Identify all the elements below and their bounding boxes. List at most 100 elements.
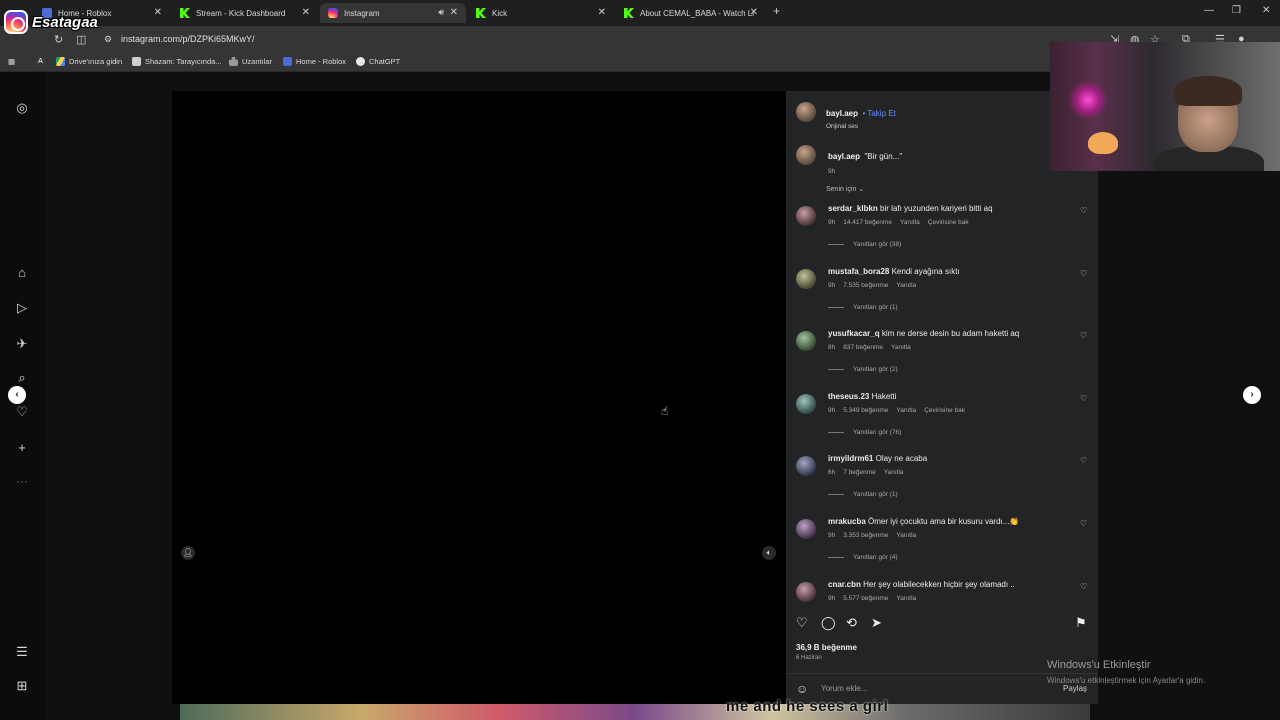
tab-kick-dashboard[interactable]: Stream - Kick Dashboard ✕ xyxy=(172,3,318,23)
close-icon[interactable]: ✕ xyxy=(154,7,162,18)
author-name[interactable]: bayl.aep xyxy=(826,109,858,118)
avatar[interactable] xyxy=(796,268,816,289)
notifications-heart-icon[interactable]: ♡ xyxy=(14,404,30,420)
likes-count[interactable]: 36,9 B beğenme xyxy=(796,643,857,652)
comment-user[interactable]: mustafa_bora28 xyxy=(828,267,889,276)
follow-button[interactable]: Takip Et xyxy=(867,109,895,118)
comment-like-heart-icon[interactable]: ♡ xyxy=(1080,206,1087,215)
see-translation-button[interactable]: Çevirisine bak xyxy=(924,407,965,414)
reply-button[interactable]: Yanıtla xyxy=(896,532,916,539)
comment-like-heart-icon[interactable]: ♡ xyxy=(1080,331,1087,340)
view-replies-button[interactable]: Yanıtları gör (76) xyxy=(828,429,901,436)
reply-button[interactable]: Yanıtla xyxy=(891,344,911,351)
audio-label[interactable]: Orijinal ses xyxy=(826,123,896,130)
close-icon[interactable]: ✕ xyxy=(750,7,758,18)
like-heart-icon[interactable]: ♡ xyxy=(796,615,808,631)
view-replies-button[interactable]: Yanıtları gör (1) xyxy=(828,304,898,311)
comment-like-heart-icon[interactable]: ♡ xyxy=(1080,456,1087,465)
comment-user[interactable]: cnar.cbn xyxy=(828,580,861,589)
avatar[interactable] xyxy=(796,581,816,602)
comment-user[interactable]: theseus.23 xyxy=(828,392,869,401)
reply-button[interactable]: Yanıtla xyxy=(900,219,920,226)
caption-user[interactable]: bayl.aep xyxy=(828,152,860,161)
view-replies-button[interactable]: Yanıtları gör (38) xyxy=(828,241,901,248)
comment-user[interactable]: irmyildrm61 xyxy=(828,454,873,463)
site-settings-icon[interactable]: ⚙︎ xyxy=(104,34,112,45)
save-bookmark-icon[interactable]: ⚑ xyxy=(1075,615,1087,631)
url-field[interactable]: instagram.com/p/DZPKi65MKwY/ xyxy=(121,34,255,44)
tab-kick[interactable]: Kick ✕ xyxy=(468,3,614,23)
reels-icon[interactable]: ▷ xyxy=(14,300,30,316)
tab-about-cemal-baba[interactable]: About CEMAL_BABA - Watch Li ✕ xyxy=(616,3,766,23)
avatar[interactable] xyxy=(796,456,816,477)
close-icon[interactable]: ✕ xyxy=(598,7,606,18)
home-icon[interactable]: ⌂ xyxy=(14,265,30,281)
create-icon[interactable]: + xyxy=(14,440,30,456)
avatar[interactable] xyxy=(796,519,816,539)
close-window-icon[interactable]: ✕ xyxy=(1262,5,1270,16)
reply-button[interactable]: Yanıtla xyxy=(896,595,916,602)
comment-likes[interactable]: 14.417 beğenme xyxy=(843,219,892,226)
comment-likes[interactable]: 5.349 beğenme xyxy=(843,407,888,414)
comment-like-heart-icon[interactable]: ♡ xyxy=(1080,582,1087,591)
comment-likes[interactable]: 7 beğenme xyxy=(843,469,876,476)
close-icon[interactable]: ✕ xyxy=(450,7,458,18)
close-icon[interactable]: ✕ xyxy=(302,7,310,18)
previous-post-arrow-icon[interactable]: ‹ xyxy=(8,386,26,404)
chatgpt-icon xyxy=(356,57,365,66)
menu-icon[interactable]: ☰ xyxy=(14,644,30,660)
restore-icon[interactable]: ❐ xyxy=(1232,5,1241,16)
comment-likes[interactable]: 3.353 beğenme xyxy=(843,532,888,539)
comment-input[interactable]: Yorum ekle... xyxy=(821,684,867,693)
next-post-arrow-icon[interactable]: › xyxy=(1243,386,1261,404)
comment-like-heart-icon[interactable]: ♡ xyxy=(1080,269,1087,278)
view-replies-button[interactable]: Yanıtları gör (2) xyxy=(828,366,898,373)
bookmark-drive[interactable]: Drive'ınıza gidin xyxy=(56,57,122,66)
share-icon[interactable]: ➤ xyxy=(871,615,882,631)
avatar[interactable] xyxy=(796,206,816,226)
view-replies-button[interactable]: Yanıtları gör (4) xyxy=(828,554,898,561)
reply-button[interactable]: Yanıtla xyxy=(896,282,916,289)
reply-button[interactable]: Yanıtla xyxy=(896,407,916,414)
messages-icon[interactable]: ✈︎ xyxy=(14,336,30,352)
comment-like-heart-icon[interactable]: ♡ xyxy=(1080,394,1087,403)
sort-dropdown[interactable]: Senin için ⌄ xyxy=(826,185,864,193)
tab-instagram[interactable]: Instagram 🔊︎ ✕ xyxy=(320,3,466,23)
comment-likes[interactable]: 837 beğenme xyxy=(843,344,883,351)
avatar[interactable] xyxy=(796,331,816,352)
meta-grid-icon[interactable]: ⊞ xyxy=(14,678,30,694)
post-comment-button[interactable]: Paylaş xyxy=(1063,684,1087,693)
comment-icon[interactable]: ◯ xyxy=(821,615,836,631)
reply-button[interactable]: Yanıtla xyxy=(884,469,904,476)
bookmark-a[interactable]: A xyxy=(36,57,49,66)
emoji-icon[interactable]: ☺ xyxy=(796,682,808,696)
comment-user[interactable]: serdar_klbkn xyxy=(828,204,878,213)
see-translation-button[interactable]: Çevirisine bak xyxy=(928,219,969,226)
speaker-icon[interactable]: 🔊︎ xyxy=(438,7,444,18)
mute-icon[interactable]: 🔈︎ xyxy=(762,546,776,560)
view-replies-button[interactable]: Yanıtları gör (1) xyxy=(828,491,898,498)
reload-icon[interactable]: ↻ xyxy=(54,33,63,46)
more-dots-icon[interactable]: ⋯ xyxy=(14,474,30,490)
video-player[interactable]: 👤︎ 🔈︎ xyxy=(172,91,786,704)
bookmark-extensions[interactable]: Uzantılar xyxy=(229,57,272,66)
bookmark-shazam[interactable]: Shazam: Tarayıcında... xyxy=(132,57,222,66)
avatar[interactable] xyxy=(796,102,816,122)
avatar[interactable] xyxy=(796,145,816,165)
repost-icon[interactable]: ⟲ xyxy=(846,615,857,631)
instagram-logo-icon[interactable]: ◎ xyxy=(14,100,30,116)
search-icon[interactable]: ⌕ xyxy=(14,370,30,386)
split-view-icon[interactable]: ◫ xyxy=(76,33,86,46)
tagged-user-icon[interactable]: 👤︎ xyxy=(181,546,195,560)
apps-icon[interactable]: ▦ xyxy=(8,57,15,66)
new-tab-button[interactable]: + xyxy=(773,4,780,18)
bookmark-chatgpt[interactable]: ChatGPT xyxy=(356,57,400,66)
comment-user[interactable]: yusufkacar_q xyxy=(828,329,880,338)
comment-user[interactable]: mrakucba xyxy=(828,517,866,526)
comment-like-heart-icon[interactable]: ♡ xyxy=(1080,519,1087,528)
minimize-icon[interactable]: — xyxy=(1204,5,1214,16)
comment-likes[interactable]: 5.577 beğenme xyxy=(843,595,888,602)
bookmark-roblox[interactable]: Home - Roblox xyxy=(283,57,346,66)
comment-likes[interactable]: 7.535 beğenme xyxy=(843,282,888,289)
avatar[interactable] xyxy=(796,393,816,414)
